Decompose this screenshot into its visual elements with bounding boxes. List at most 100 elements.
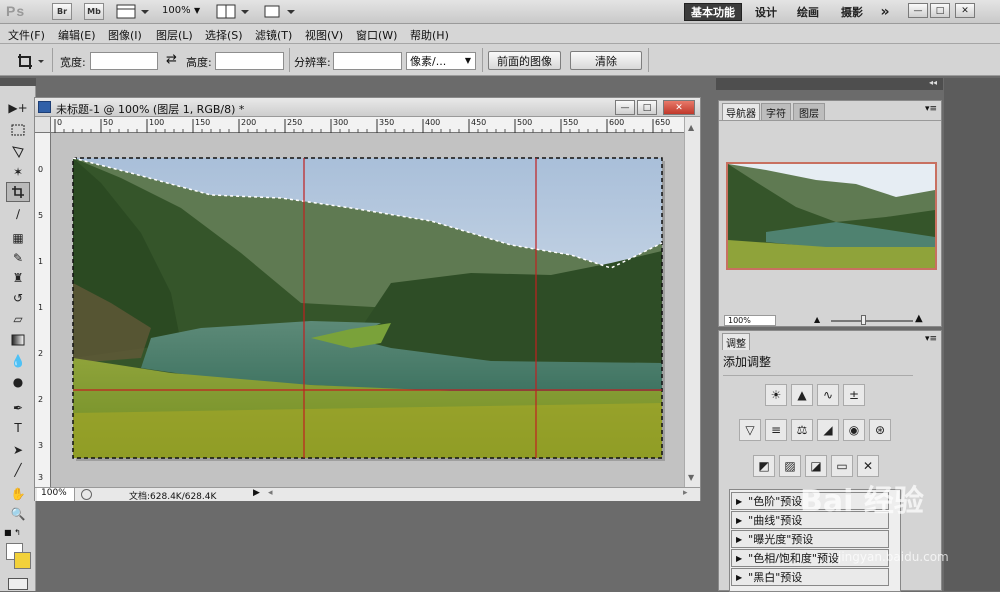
panel-menu-icon[interactable]: ▾≡	[925, 334, 937, 344]
workspace-essentials[interactable]: 基本功能	[684, 3, 742, 21]
doc-close-button[interactable]: ✕	[663, 100, 695, 115]
marquee-tool-icon[interactable]	[6, 120, 30, 140]
brightness-contrast-icon[interactable]: ☀	[765, 384, 787, 406]
invert-icon[interactable]: ◩	[753, 455, 775, 477]
navigator-thumbnail[interactable]	[726, 162, 937, 270]
threshold-icon[interactable]: ◪	[805, 455, 827, 477]
resolution-input[interactable]	[333, 52, 402, 70]
type-tool-icon[interactable]: T	[6, 418, 30, 438]
app-minimize-button[interactable]: —	[908, 3, 928, 18]
hue-saturation-icon[interactable]: ≡	[765, 419, 787, 441]
panel-dock-header[interactable]: ◂◂	[716, 78, 943, 90]
unit-select[interactable]: 像素/... ▼	[406, 52, 476, 70]
horizontal-ruler[interactable]: 0 50 100 150 200 250 300 350 400 450 500…	[51, 117, 684, 133]
magic-wand-tool-icon[interactable]: ✶	[6, 162, 30, 182]
posterize-icon[interactable]: ▨	[779, 455, 801, 477]
photo-filter-icon[interactable]: ◉	[843, 419, 865, 441]
zoom-slider-handle[interactable]	[861, 315, 866, 325]
tab-character[interactable]: 字符	[761, 103, 791, 120]
height-input[interactable]	[215, 52, 284, 70]
color-balance-icon[interactable]: ⚖	[791, 419, 813, 441]
more-workspaces-icon[interactable]: »	[874, 3, 896, 21]
tab-layers[interactable]: 图层	[793, 103, 825, 120]
zoom-tool-icon[interactable]: 🔍	[6, 504, 30, 524]
menu-file[interactable]: 文件(F)	[8, 27, 45, 43]
channel-mixer-icon[interactable]: ⊛	[869, 419, 891, 441]
menu-image[interactable]: 图像(I)	[108, 27, 142, 43]
gradient-map-icon[interactable]: ▭	[831, 455, 853, 477]
workspace-design[interactable]: 设计	[748, 3, 784, 21]
gradient-tool-icon[interactable]	[6, 330, 30, 350]
black-white-icon[interactable]: ◢	[817, 419, 839, 441]
status-zoom[interactable]: 100%	[37, 488, 75, 501]
swap-icon[interactable]: ⇄	[166, 52, 177, 67]
info-icon[interactable]	[81, 489, 92, 500]
preset-exposure[interactable]: ▶ "曝光度"预设	[731, 530, 889, 548]
hand-tool-icon[interactable]: ✋	[6, 484, 30, 504]
path-selection-tool-icon[interactable]: ➤	[6, 440, 30, 460]
brush-tool-icon[interactable]: ✎	[6, 248, 30, 268]
menu-select[interactable]: 选择(S)	[205, 27, 243, 43]
arrange-documents-button[interactable]	[216, 4, 252, 19]
workspace-photography[interactable]: 摄影	[834, 3, 870, 21]
zoom-slider-track[interactable]	[831, 320, 913, 322]
healing-brush-tool-icon[interactable]: ▦	[6, 228, 30, 248]
canvas-area[interactable]	[51, 133, 684, 487]
view-extras-button[interactable]	[116, 4, 150, 19]
menu-layer[interactable]: 图层(L)	[156, 27, 193, 43]
vertical-scrollbar[interactable]: ▲ ▼	[684, 117, 700, 487]
line-tool-icon[interactable]: ╱	[6, 460, 30, 480]
status-menu-arrow-icon[interactable]: ▶	[253, 488, 260, 498]
zoom-level[interactable]: 100%	[162, 5, 191, 16]
menu-help[interactable]: 帮助(H)	[410, 27, 449, 43]
pen-tool-icon[interactable]: ✒	[6, 398, 30, 418]
ruler-origin[interactable]	[35, 117, 51, 133]
menu-edit[interactable]: 编辑(E)	[58, 27, 96, 43]
curves-icon[interactable]: ∿	[817, 384, 839, 406]
vibrance-icon[interactable]: ▽	[739, 419, 761, 441]
blur-tool-icon[interactable]: 💧	[6, 351, 30, 371]
clear-button[interactable]: 清除	[570, 51, 642, 70]
minibridge-button[interactable]: Mb	[84, 3, 104, 20]
zoom-in-icon[interactable]: ▲	[915, 313, 923, 324]
quick-mask-icon[interactable]	[8, 578, 28, 590]
eyedropper-tool-icon[interactable]: ∕	[6, 204, 30, 224]
collapse-panels-icon[interactable]: ◂◂	[929, 78, 937, 87]
menu-filter[interactable]: 滤镜(T)	[255, 27, 292, 43]
doc-minimize-button[interactable]: —	[615, 100, 635, 115]
clone-stamp-tool-icon[interactable]: ♜	[6, 268, 30, 288]
scroll-left-icon[interactable]: ◂	[268, 488, 273, 498]
background-color-swatch[interactable]	[14, 552, 31, 569]
screen-mode-button[interactable]	[262, 4, 298, 19]
scroll-up-icon[interactable]: ▲	[688, 123, 694, 132]
toolbar-grip[interactable]	[0, 78, 36, 86]
app-close-button[interactable]: ✕	[955, 3, 975, 18]
lasso-tool-icon[interactable]	[6, 141, 30, 161]
move-tool-icon[interactable]: ▶+	[6, 98, 30, 118]
scroll-right-icon[interactable]: ▸	[683, 488, 688, 498]
swap-colors-icon[interactable]: ■ ↰	[4, 528, 32, 538]
selective-color-icon[interactable]: ✕	[857, 455, 879, 477]
panel-menu-icon[interactable]: ▾≡	[925, 104, 937, 114]
levels-icon[interactable]: ▲	[791, 384, 813, 406]
exposure-icon[interactable]: ±	[843, 384, 865, 406]
tab-navigator[interactable]: 导航器	[722, 103, 760, 120]
dodge-tool-icon[interactable]: ●	[6, 372, 30, 392]
front-image-button[interactable]: 前面的图像	[488, 51, 561, 70]
width-input[interactable]	[90, 52, 158, 70]
workspace-painting[interactable]: 绘画	[790, 3, 826, 21]
document-titlebar[interactable]: 未标题-1 @ 100% (图层 1, RGB/8) * — □ ✕	[35, 98, 700, 117]
menu-window[interactable]: 窗口(W)	[356, 27, 397, 43]
zoom-out-icon[interactable]: ▲	[814, 315, 820, 324]
crop-tool-preset-icon[interactable]	[16, 52, 48, 70]
scroll-down-icon[interactable]: ▼	[688, 473, 694, 482]
doc-restore-button[interactable]: □	[637, 100, 657, 115]
bridge-button[interactable]: Br	[52, 3, 72, 20]
menu-view[interactable]: 视图(V)	[305, 27, 343, 43]
preset-black-white[interactable]: ▶ "黑白"预设	[731, 568, 889, 586]
navigator-zoom-field[interactable]: 100%	[724, 315, 776, 326]
chevron-down-icon[interactable]: ▼	[194, 6, 200, 15]
vertical-ruler[interactable]: 0 5 1 1 2 2 3 3	[35, 133, 51, 487]
history-brush-tool-icon[interactable]: ↺	[6, 288, 30, 308]
tab-adjustments[interactable]: 调整	[722, 333, 750, 350]
